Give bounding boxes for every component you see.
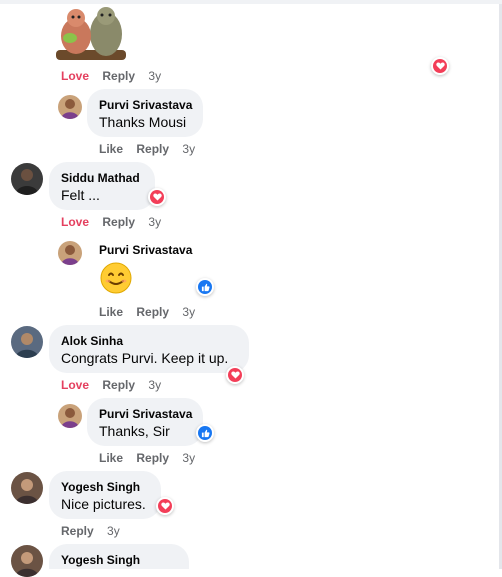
comment-bubble: Yogesh Singh — [49, 544, 189, 569]
avatar[interactable] — [11, 163, 43, 195]
reply-button[interactable]: Reply — [136, 305, 169, 319]
comment-bubble: Purvi Srivastava Thanks, Sir — [87, 398, 203, 446]
comment-author[interactable]: Purvi Srivastava — [99, 97, 192, 113]
love-button[interactable]: Love — [61, 69, 89, 83]
timestamp[interactable]: 3y — [107, 524, 120, 538]
reply-button[interactable]: Reply — [136, 142, 169, 156]
comment-author[interactable]: Yogesh Singh — [61, 479, 149, 495]
heart-icon — [158, 499, 172, 513]
bears-hug-sticker — [56, 7, 126, 60]
heart-icon — [150, 190, 164, 204]
reply-button[interactable]: Reply — [102, 378, 135, 392]
comment-author[interactable]: Alok Sinha — [61, 333, 237, 349]
timestamp[interactable]: 3y — [182, 451, 195, 465]
comment-actions: Reply 3y — [61, 524, 130, 538]
avatar[interactable] — [11, 472, 43, 504]
reply-button[interactable]: Reply — [136, 451, 169, 465]
like-button[interactable]: Like — [99, 305, 123, 319]
reaction-love-badge[interactable] — [226, 366, 244, 384]
comment-text: Thanks, Sir — [99, 423, 170, 439]
comment-actions: Like Reply 3y — [99, 305, 205, 319]
avatar[interactable] — [58, 404, 82, 428]
love-button[interactable]: Love — [61, 215, 89, 229]
heart-icon — [433, 59, 447, 73]
comment-bubble: Yogesh Singh Nice pictures. — [49, 471, 161, 519]
comment-bubble: Purvi Srivastava Thanks Mousi — [87, 89, 203, 137]
reply-button[interactable]: Reply — [61, 524, 94, 538]
timestamp[interactable]: 3y — [182, 305, 195, 319]
comment-actions: Like Reply 3y — [99, 142, 205, 156]
avatar[interactable] — [11, 545, 43, 577]
timestamp[interactable]: 3y — [148, 378, 161, 392]
reaction-love-badge[interactable] — [148, 188, 166, 206]
comment-bubble: Siddu Mathad Felt ... — [49, 162, 155, 210]
smiling-face-emoji — [100, 262, 132, 294]
like-button[interactable]: Like — [99, 451, 123, 465]
reaction-love-badge[interactable] — [431, 57, 449, 75]
comment-author[interactable]: Purvi Srivastava — [99, 243, 192, 257]
comment-actions: Love Reply 3y — [61, 215, 171, 229]
thumbs-up-icon — [198, 280, 212, 294]
comment-text: Nice pictures. — [61, 496, 146, 512]
avatar[interactable] — [58, 95, 82, 119]
comment-text: Thanks Mousi — [99, 114, 187, 130]
reply-button[interactable]: Reply — [102, 69, 135, 83]
comment-bubble: Alok Sinha Congrats Purvi. Keep it up. — [49, 325, 249, 373]
comment-author[interactable]: Purvi Srivastava — [99, 406, 192, 422]
heart-icon — [228, 368, 242, 382]
reaction-like-badge[interactable] — [196, 424, 214, 442]
comment-author[interactable]: Siddu Mathad — [61, 170, 143, 186]
timestamp[interactable]: 3y — [148, 69, 161, 83]
comment-author[interactable]: Yogesh Singh — [61, 552, 177, 568]
love-button[interactable]: Love — [61, 378, 89, 392]
like-button[interactable]: Like — [99, 142, 123, 156]
avatar[interactable] — [58, 241, 82, 265]
comment-actions: Like Reply 3y — [99, 451, 205, 465]
comment-text: Congrats Purvi. Keep it up. — [61, 350, 229, 366]
reaction-love-badge[interactable] — [156, 497, 174, 515]
reaction-like-badge[interactable] — [196, 278, 214, 296]
thumbs-up-icon — [198, 426, 212, 440]
timestamp[interactable]: 3y — [182, 142, 195, 156]
timestamp[interactable]: 3y — [148, 215, 161, 229]
avatar[interactable] — [11, 326, 43, 358]
comment-text: Felt ... — [61, 187, 100, 203]
comment-actions: Love Reply 3y — [61, 69, 171, 83]
comment-actions: Love Reply 3y — [61, 378, 171, 392]
reply-button[interactable]: Reply — [102, 215, 135, 229]
